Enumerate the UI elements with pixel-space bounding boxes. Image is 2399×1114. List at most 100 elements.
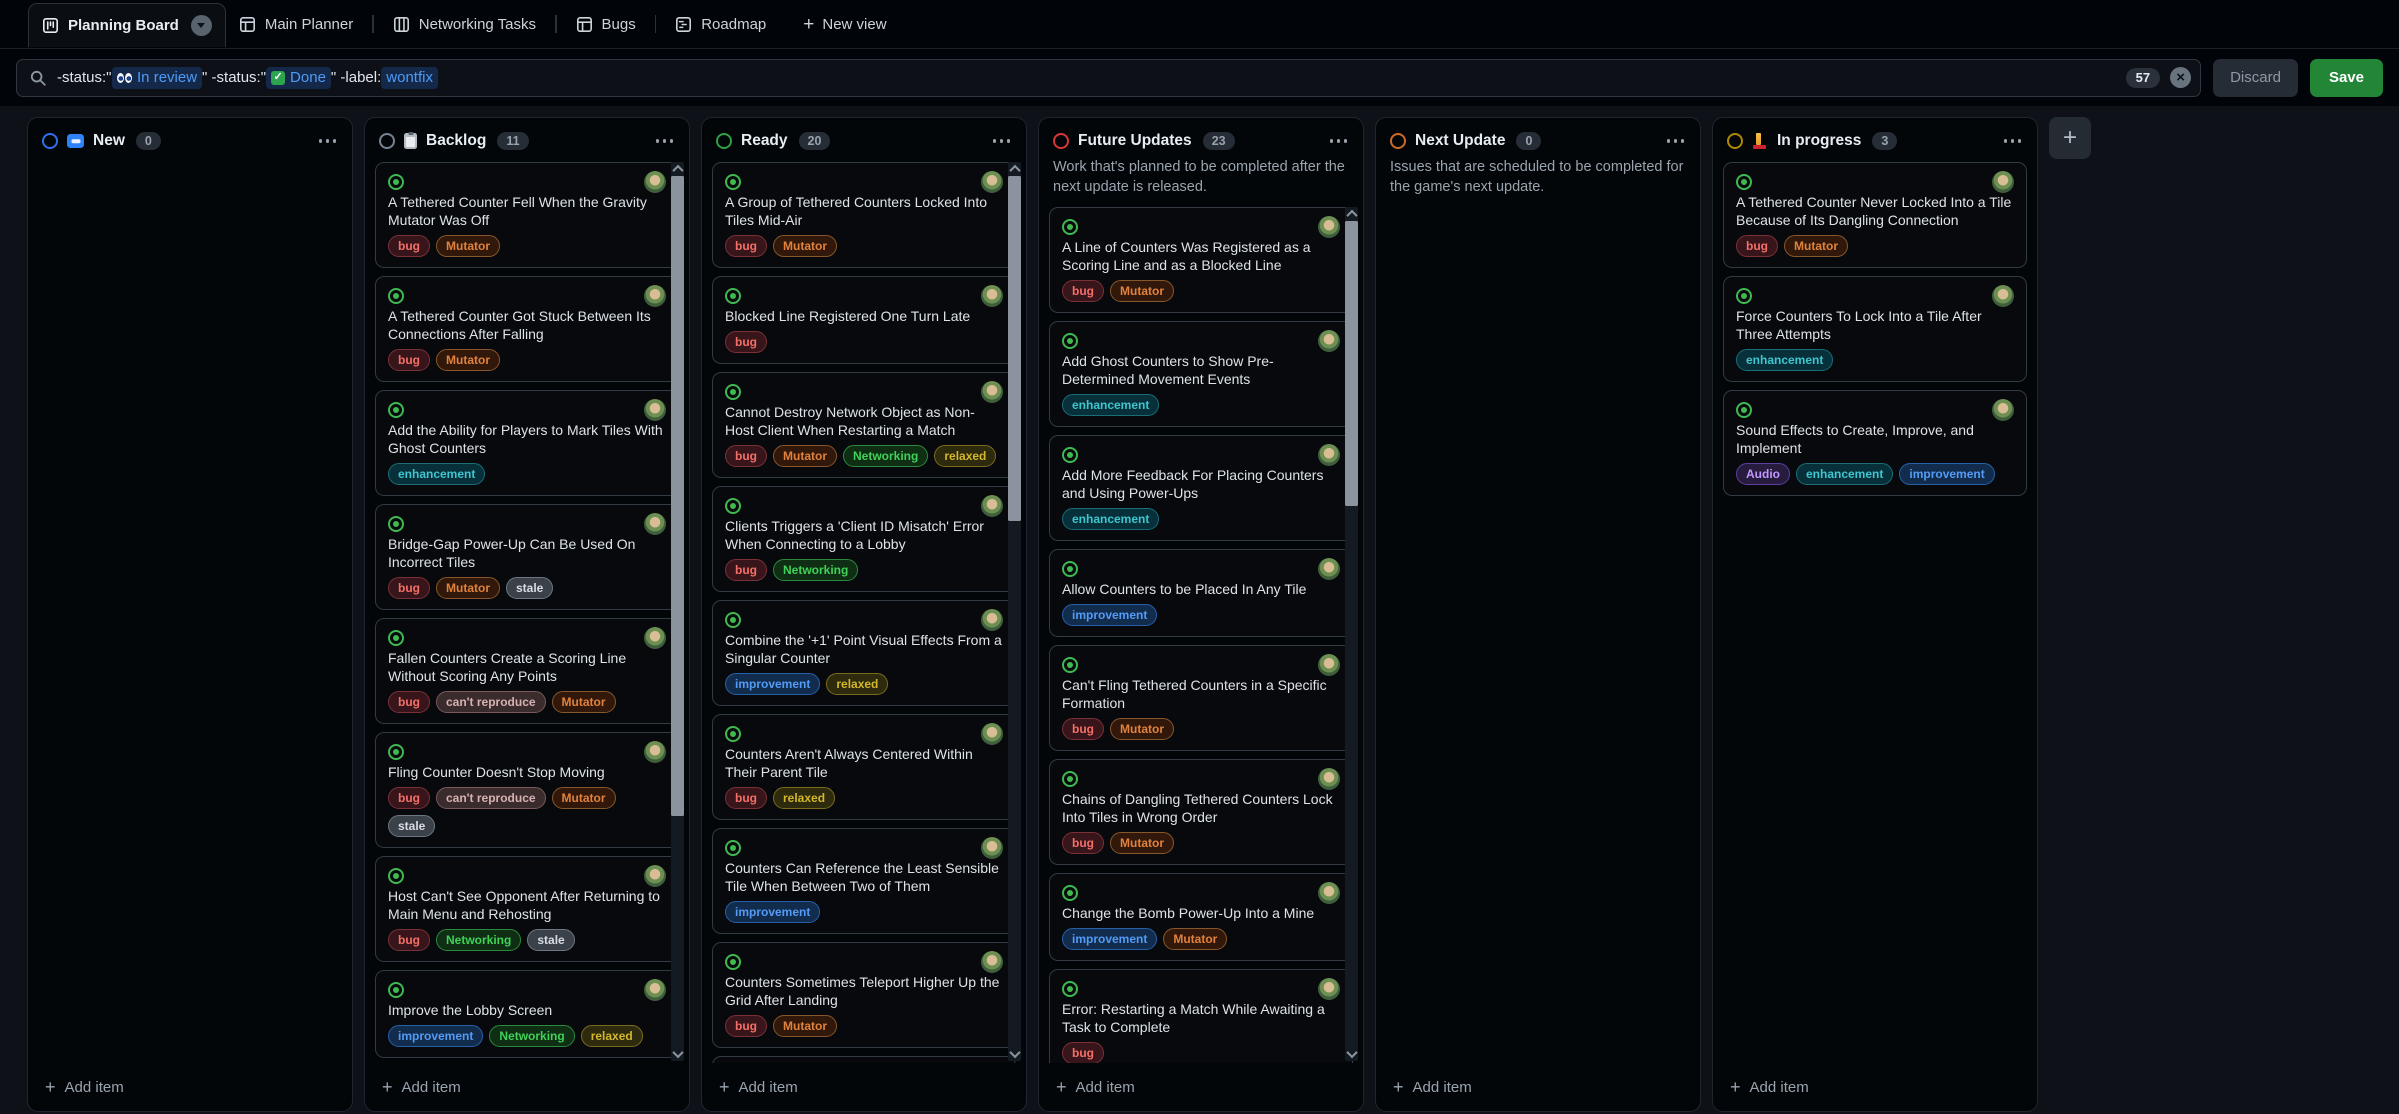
column-menu-button[interactable]	[1328, 133, 1350, 149]
issue-card[interactable]: Add Ghost Counters to Show Pre-Determine…	[1049, 321, 1353, 427]
issue-card[interactable]: Fling Counter Doesn't Stop Moving bugcan…	[375, 732, 679, 848]
assignee-avatar[interactable]	[981, 609, 1003, 631]
scroll-up-icon[interactable]	[1345, 207, 1358, 221]
assignee-avatar[interactable]	[644, 399, 666, 421]
issue-card[interactable]: A Tethered Counter Got Stuck Between Its…	[375, 276, 679, 382]
column-status-circle-icon	[1727, 133, 1743, 149]
issue-card[interactable]: A Line of Counters Was Registered as a S…	[1049, 207, 1353, 313]
issue-card[interactable]: Add More Feedback For Placing Counters a…	[1049, 435, 1353, 541]
issue-card[interactable]: Blocked Line Registered One Turn Late bu…	[712, 276, 1016, 364]
assignee-avatar[interactable]	[644, 171, 666, 193]
assignee-avatar[interactable]	[981, 285, 1003, 307]
assignee-avatar[interactable]	[1318, 768, 1340, 790]
issue-card[interactable]: Add the Ability for Players to Mark Tile…	[375, 390, 679, 496]
issue-card[interactable]: Can't Fling Tethered Counters in a Speci…	[1049, 645, 1353, 751]
issue-card[interactable]: Allow Counters to be Placed In Any Tile …	[1049, 549, 1353, 637]
scrollbar-thumb[interactable]	[1008, 176, 1021, 521]
assignee-avatar[interactable]	[981, 723, 1003, 745]
assignee-avatar[interactable]	[981, 495, 1003, 517]
issue-label: Mutator	[552, 691, 616, 713]
view-tab-roadmap[interactable]: Roadmap	[662, 0, 779, 48]
column-menu-button[interactable]	[1665, 133, 1687, 149]
assignee-avatar[interactable]	[1318, 444, 1340, 466]
issue-card[interactable]: Sound Effects to Create, Improve, and Im…	[1723, 390, 2027, 496]
issue-title: Blocked Line Registered One Turn Late	[725, 307, 1003, 325]
issue-card[interactable]: Improve the Lobby Screen improvementNetw…	[375, 970, 679, 1058]
issue-card[interactable]: Error: Restarting a Match While Awaiting…	[1049, 969, 1353, 1063]
issue-card[interactable]: Chains of Dangling Tethered Counters Loc…	[1049, 759, 1353, 865]
column-menu-button[interactable]	[991, 133, 1013, 149]
issue-card[interactable]	[712, 1056, 1016, 1063]
issue-card[interactable]: A Tethered Counter Never Locked Into a T…	[1723, 162, 2027, 268]
assignee-avatar[interactable]	[644, 979, 666, 1001]
open-issue-icon	[1062, 219, 1078, 235]
assignee-avatar[interactable]	[981, 171, 1003, 193]
view-options-caret-icon[interactable]	[191, 15, 212, 36]
assignee-avatar[interactable]	[1992, 285, 2014, 307]
assignee-avatar[interactable]	[981, 837, 1003, 859]
scroll-up-icon[interactable]	[671, 162, 684, 176]
issue-card[interactable]: Bridge-Gap Power-Up Can Be Used On Incor…	[375, 504, 679, 610]
assignee-avatar[interactable]	[644, 285, 666, 307]
add-item-button[interactable]: + Add item	[702, 1063, 1026, 1111]
issue-label: Networking	[489, 1025, 574, 1047]
assignee-avatar[interactable]	[1992, 399, 2014, 421]
view-tab-networking-tasks[interactable]: Networking Tasks	[380, 0, 549, 48]
view-tab-main-planner[interactable]: Main Planner	[226, 0, 366, 48]
assignee-avatar[interactable]	[981, 381, 1003, 403]
column-scrollbar[interactable]	[1008, 162, 1021, 1061]
scroll-up-icon[interactable]	[1008, 162, 1021, 176]
add-item-button[interactable]: + Add item	[1713, 1063, 2037, 1111]
scroll-down-icon[interactable]	[671, 1047, 684, 1061]
add-item-button[interactable]: + Add item	[365, 1063, 689, 1111]
issue-card[interactable]: A Tethered Counter Fell When the Gravity…	[375, 162, 679, 268]
issue-labels: bugMutatorNetworkingrelaxed	[725, 445, 1003, 467]
column-menu-button[interactable]	[2002, 133, 2024, 149]
filter-input[interactable]: -status:"In review" -status:"Done" -labe…	[16, 59, 2201, 97]
issue-card[interactable]: Counters Aren't Always Centered Within T…	[712, 714, 1016, 820]
add-item-button[interactable]: + Add item	[1376, 1063, 1700, 1111]
column-menu-button[interactable]	[317, 133, 339, 149]
assignee-avatar[interactable]	[644, 865, 666, 887]
issue-card[interactable]: Combine the '+1' Point Visual Effects Fr…	[712, 600, 1016, 706]
issue-card[interactable]: Counters Sometimes Teleport Higher Up th…	[712, 942, 1016, 1048]
issue-card[interactable]: Host Can't See Opponent After Returning …	[375, 856, 679, 962]
view-tab-bugs[interactable]: Bugs	[563, 0, 649, 48]
issue-card[interactable]: Change the Bomb Power-Up Into a Mine imp…	[1049, 873, 1353, 961]
scroll-down-icon[interactable]	[1345, 1047, 1358, 1061]
plus-icon: +	[1056, 1078, 1067, 1096]
scrollbar-thumb[interactable]	[1345, 221, 1358, 506]
add-item-button[interactable]: + Add item	[1039, 1063, 1363, 1111]
scroll-down-icon[interactable]	[1008, 1047, 1021, 1061]
issue-card[interactable]: Force Counters To Lock Into a Tile After…	[1723, 276, 2027, 382]
view-tab-planning-board[interactable]: Planning Board	[28, 3, 226, 47]
assignee-avatar[interactable]	[981, 951, 1003, 973]
issue-labels: bugMutator	[725, 1015, 1003, 1037]
clear-filter-button[interactable]: ×	[2170, 67, 2191, 88]
assignee-avatar[interactable]	[1992, 171, 2014, 193]
assignee-avatar[interactable]	[644, 513, 666, 535]
issue-card[interactable]: Counters Can Reference the Least Sensibl…	[712, 828, 1016, 934]
issue-card[interactable]: A Group of Tethered Counters Locked Into…	[712, 162, 1016, 268]
column-scrollbar[interactable]	[1345, 207, 1358, 1061]
assignee-avatar[interactable]	[1318, 978, 1340, 1000]
assignee-avatar[interactable]	[1318, 882, 1340, 904]
assignee-avatar[interactable]	[644, 627, 666, 649]
assignee-avatar[interactable]	[1318, 330, 1340, 352]
add-column-button[interactable]: +	[2049, 117, 2091, 159]
assignee-avatar[interactable]	[1318, 216, 1340, 238]
issue-card[interactable]: Cannot Destroy Network Object as Non-Hos…	[712, 372, 1016, 478]
save-button[interactable]: Save	[2310, 59, 2383, 97]
add-item-button[interactable]: + Add item	[28, 1063, 352, 1111]
discard-button[interactable]: Discard	[2213, 59, 2298, 97]
scrollbar-thumb[interactable]	[671, 176, 684, 816]
issue-card[interactable]: Fallen Counters Create a Scoring Line Wi…	[375, 618, 679, 724]
column-menu-button[interactable]	[654, 133, 676, 149]
issue-card[interactable]: Clients Triggers a 'Client ID Misatch' E…	[712, 486, 1016, 592]
column-scrollbar[interactable]	[671, 162, 684, 1061]
assignee-avatar[interactable]	[1318, 654, 1340, 676]
new-view-button[interactable]: + New view	[793, 0, 896, 48]
column-cards	[1376, 203, 1700, 1063]
assignee-avatar[interactable]	[644, 741, 666, 763]
assignee-avatar[interactable]	[1318, 558, 1340, 580]
